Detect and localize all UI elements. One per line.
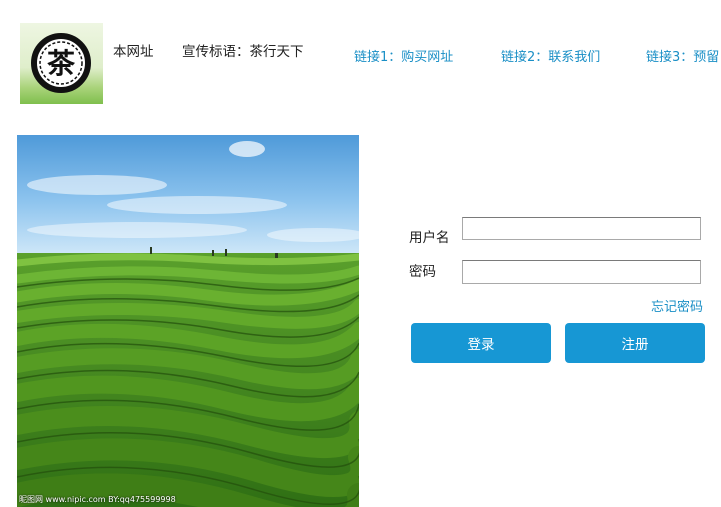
site-logo[interactable]: 茶 xyxy=(20,23,103,104)
username-label: 用户名 xyxy=(409,230,450,246)
register-button[interactable]: 注册 xyxy=(565,323,705,363)
login-button[interactable]: 登录 xyxy=(411,323,551,363)
username-input[interactable] xyxy=(462,217,701,240)
tea-logo-icon: 茶 xyxy=(31,33,91,93)
logo-char: 茶 xyxy=(47,47,76,80)
tea-plantation-image: 昵图网 www.nipic.com BY:qq475599998 xyxy=(17,135,359,507)
site-name: 本网址 xyxy=(113,44,154,60)
nav-link-reserved[interactable]: 链接3：预留 xyxy=(646,46,719,65)
image-watermark: 昵图网 www.nipic.com BY:qq475599998 xyxy=(19,495,176,504)
page: 茶 本网址 宣传标语：茶行天下 链接1：购买网址 链接2：联系我们 链接3：预留 xyxy=(0,0,721,507)
nav-link-contact[interactable]: 链接2：联系我们 xyxy=(501,46,600,65)
password-label: 密码 xyxy=(409,264,436,280)
forgot-password-link[interactable]: 忘记密码 xyxy=(651,296,703,315)
site-slogan: 宣传标语：茶行天下 xyxy=(182,44,304,60)
tea-field-illustration xyxy=(17,135,359,507)
nav-link-buy[interactable]: 链接1：购买网址 xyxy=(354,46,453,65)
password-input[interactable] xyxy=(462,260,701,284)
